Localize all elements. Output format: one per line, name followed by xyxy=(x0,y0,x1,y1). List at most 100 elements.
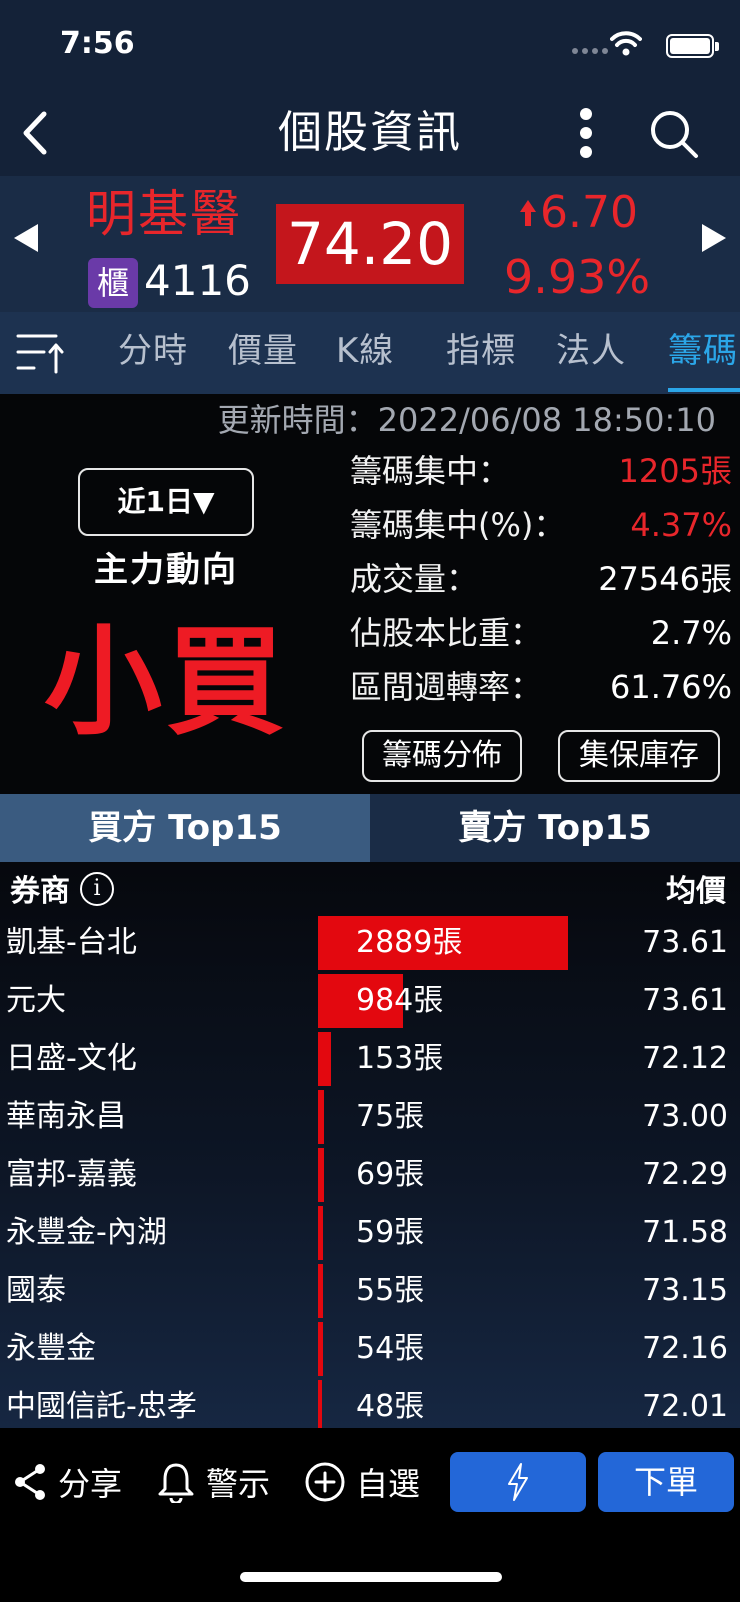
tab-chips[interactable]: 籌碼 xyxy=(668,328,740,374)
update-time: 更新時間：2022/06/08 18:50:10 xyxy=(217,401,716,439)
broker-volume: 59張 xyxy=(356,1215,425,1250)
market-badge: 櫃 xyxy=(88,258,138,308)
column-header-broker: 券商 xyxy=(10,874,70,909)
stat-value: 1205張 xyxy=(618,452,732,490)
chip-distribution-button[interactable]: 籌碼分佈 xyxy=(362,730,522,782)
active-tab-indicator xyxy=(668,388,740,392)
broker-avg-price: 72.12 xyxy=(642,1041,728,1076)
broker-row[interactable]: 凱基-台北 2889張 73.61 xyxy=(0,914,740,972)
main-force-value: 小買 xyxy=(43,613,288,751)
add-watchlist-button[interactable]: 自選 xyxy=(304,1450,420,1514)
battery-icon xyxy=(666,34,719,58)
volume-bar xyxy=(318,1322,323,1376)
broker-volume: 48張 xyxy=(356,1389,425,1424)
bell-icon xyxy=(158,1463,194,1503)
tab-indicators[interactable]: 指標 xyxy=(446,328,516,374)
last-price: 74.20 xyxy=(276,204,464,284)
lightning-icon xyxy=(508,1463,528,1501)
stat-row-volume: 成交量： 27546張 xyxy=(350,552,732,606)
search-icon[interactable] xyxy=(648,108,700,160)
prev-stock-button[interactable] xyxy=(14,224,38,252)
tab-intraday[interactable]: 分時 xyxy=(118,328,188,374)
price-change: 6.70 xyxy=(540,187,638,238)
broker-name: 凱基-台北 xyxy=(6,925,137,960)
stat-row-concentration-pct: 籌碼集中(%)： 4.37% xyxy=(350,498,732,552)
broker-name: 永豐金-內湖 xyxy=(6,1215,167,1250)
sort-menu-icon[interactable] xyxy=(16,330,66,376)
broker-name: 中國信託-忠孝 xyxy=(6,1389,197,1424)
volume-bar xyxy=(318,1148,324,1202)
stat-value: 2.7% xyxy=(650,614,732,652)
tab-price-volume[interactable]: 價量 xyxy=(228,328,298,374)
place-order-button[interactable]: 下單 xyxy=(598,1452,734,1512)
alert-button[interactable]: 警示 xyxy=(156,1450,270,1514)
volume-bar xyxy=(318,1380,322,1428)
more-options-button[interactable] xyxy=(568,104,604,162)
broker-row[interactable]: 永豐金 54張 72.16 xyxy=(0,1320,740,1378)
sell-top15-tab[interactable]: 賣方 Top15 xyxy=(370,794,740,862)
stat-value: 27546張 xyxy=(598,560,732,598)
stat-label: 佔股本比重： xyxy=(350,614,543,652)
broker-name: 元大 xyxy=(6,983,66,1018)
quick-order-button[interactable] xyxy=(450,1452,586,1512)
status-bar: 7:56 xyxy=(0,0,740,90)
broker-row[interactable]: 富邦-嘉義 69張 72.29 xyxy=(0,1146,740,1204)
nav-header: 個股資訊 xyxy=(0,90,740,176)
broker-avg-price: 73.15 xyxy=(642,1273,728,1308)
volume-bar xyxy=(318,1206,323,1260)
stat-row-concentration: 籌碼集中： 1205張 xyxy=(350,444,732,498)
broker-name: 國泰 xyxy=(6,1273,66,1308)
stat-row-capital-ratio: 佔股本比重： 2.7% xyxy=(350,606,732,660)
broker-volume: 69張 xyxy=(356,1157,425,1192)
broker-avg-price: 72.16 xyxy=(642,1331,728,1366)
broker-name: 日盛-文化 xyxy=(6,1041,137,1076)
broker-row[interactable]: 國泰 55張 73.15 xyxy=(0,1262,740,1320)
broker-avg-price: 71.58 xyxy=(642,1215,728,1250)
broker-avg-price: 73.00 xyxy=(642,1099,728,1134)
buy-top15-tab[interactable]: 買方 Top15 xyxy=(0,794,370,862)
stat-label: 籌碼集中： xyxy=(350,452,511,490)
home-indicator xyxy=(240,1572,502,1582)
broker-volume: 2889張 xyxy=(356,925,463,960)
custody-inventory-button[interactable]: 集保庫存 xyxy=(558,730,720,782)
next-stock-button[interactable] xyxy=(702,224,726,252)
broker-volume: 54張 xyxy=(356,1331,425,1366)
chips-summary: 更新時間：2022/06/08 18:50:10 近1日▼ 主力動向 小買 籌碼… xyxy=(0,394,740,794)
watchlist-label: 自選 xyxy=(356,1465,421,1503)
broker-row[interactable]: 中國信託-忠孝 48張 72.01 xyxy=(0,1378,740,1428)
share-label: 分享 xyxy=(58,1465,123,1503)
stat-row-turnover: 區間週轉率： 61.76% xyxy=(350,660,732,714)
broker-name: 華南永昌 xyxy=(6,1099,126,1134)
main-force-label: 主力動向 xyxy=(94,550,238,590)
stat-value: 4.37% xyxy=(630,506,732,544)
share-icon xyxy=(15,1464,45,1500)
stat-value: 61.76% xyxy=(609,668,732,706)
side-toggle: 買方 Top15 賣方 Top15 xyxy=(0,794,740,862)
tab-institutional[interactable]: 法人 xyxy=(556,328,626,374)
broker-avg-price: 73.61 xyxy=(642,983,728,1018)
price-change-percent: 9.93% xyxy=(504,250,651,304)
broker-list[interactable]: 券商 i 均價 凱基-台北 2889張 73.61 元大 984張 73.61 … xyxy=(0,862,740,1428)
column-header-avg-price: 均價 xyxy=(666,874,726,909)
stock-code: 4116 xyxy=(144,256,251,305)
broker-name: 永豐金 xyxy=(6,1331,96,1366)
stat-label: 籌碼集中(%)： xyxy=(350,506,566,544)
volume-bar xyxy=(318,1090,324,1144)
broker-row[interactable]: 永豐金-內湖 59張 71.58 xyxy=(0,1204,740,1262)
volume-bar xyxy=(318,1032,331,1086)
broker-row[interactable]: 元大 984張 73.61 xyxy=(0,972,740,1030)
period-dropdown[interactable]: 近1日▼ xyxy=(78,468,254,536)
share-button[interactable]: 分享 xyxy=(12,1450,122,1514)
broker-volume: 75張 xyxy=(356,1099,425,1134)
stat-label: 區間週轉率： xyxy=(350,668,543,706)
page-title: 個股資訊 xyxy=(278,107,462,158)
broker-avg-price: 72.29 xyxy=(642,1157,728,1192)
broker-avg-price: 73.61 xyxy=(642,925,728,960)
info-icon[interactable]: i xyxy=(80,872,114,906)
tab-kline[interactable]: K線 xyxy=(336,328,394,374)
cellular-signal-icon xyxy=(572,48,608,54)
broker-row[interactable]: 日盛-文化 153張 72.12 xyxy=(0,1030,740,1088)
alert-label: 警示 xyxy=(206,1465,271,1503)
broker-row[interactable]: 華南永昌 75張 73.00 xyxy=(0,1088,740,1146)
status-time: 7:56 xyxy=(60,26,135,61)
